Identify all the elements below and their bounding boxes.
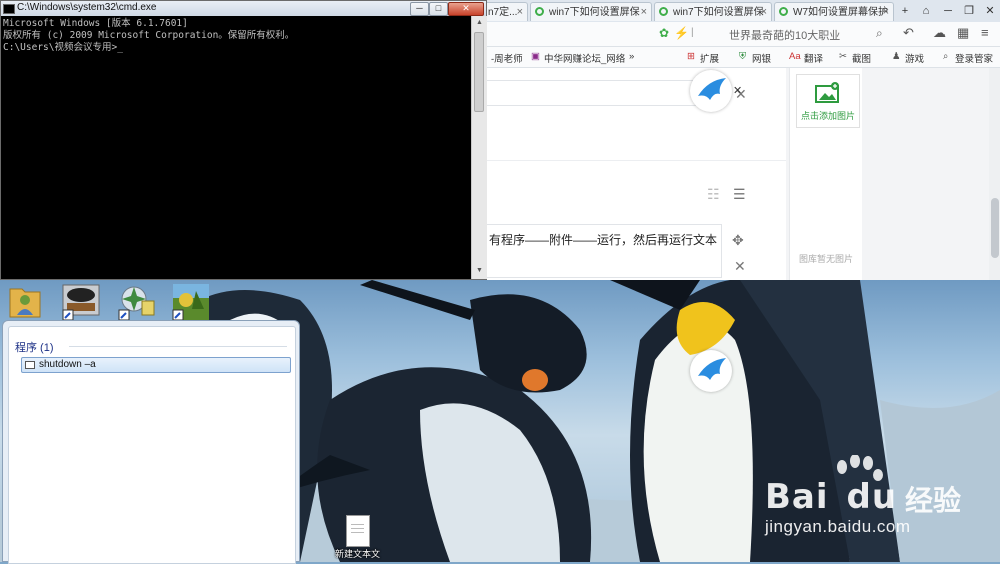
console-line: 版权所有 (c) 2009 Microsoft Corporation。保留所有… [3,30,295,41]
cmd-console-output[interactable]: Microsoft Windows [版本 6.1.7601] 版权所有 (c) … [3,18,469,280]
watermark-url: jingyan.baidu.com [765,517,911,536]
separator-icon: | [691,27,694,38]
search-result-label: shutdown –a [39,359,96,370]
translate-icon: Aa [789,51,801,62]
security-icon: ✿ [659,26,670,40]
move-handle-icon[interactable]: ✥ [732,232,744,249]
add-image-button[interactable]: 点击添加图片 [796,74,860,128]
baidu-logo-text: Bai du [765,477,897,517]
menu-icon[interactable]: ≡ [981,25,989,40]
minimize-button[interactable]: ─ [939,2,957,20]
tab-label: W7如何设置屏幕保护 [793,7,888,18]
cmd-app-icon [3,4,15,14]
extension-icon: ⊞ [687,51,695,62]
bookmark-item[interactable]: -周老师 [491,51,523,65]
tab-close-icon[interactable]: × [517,3,523,21]
cmd-window-title: C:\Windows\system32\cmd.exe [17,2,157,13]
undo-icon[interactable]: ↶ [903,25,914,41]
game-icon: ♟ [892,51,901,62]
step-text: 有程序——附件——运行，然后再运行文本 [489,233,718,247]
tab-site-icon [659,7,668,16]
tab-close-icon[interactable]: × [761,3,767,21]
page-scrollbar[interactable] [989,68,1000,280]
divider [69,346,287,347]
tab-site-icon [535,7,544,16]
grid-icon[interactable]: ▦ [957,25,969,41]
search-suggestion[interactable]: 世界最奇葩的10大职业 [729,27,840,43]
scroll-up-icon[interactable]: ▲ [475,18,484,27]
programs-section-header: 程序 (1) [15,342,54,354]
login-manager-button[interactable]: 登录管家 [955,51,993,65]
no-image-label: 图库暂无图片 [798,254,853,264]
scrollbar-thumb[interactable] [991,198,999,258]
bank-button[interactable]: 网银 [752,51,771,65]
maximize-button[interactable]: □ [429,2,448,16]
search-result-item[interactable]: shutdown –a [21,357,291,373]
scroll-down-icon[interactable]: ▼ [475,266,484,275]
tab-close-icon[interactable]: × [641,3,647,21]
browser-window: n7定... × win7下如何设置屏保 × win7下如何设置屏保 × W7如… [470,0,1000,280]
jingyan-text: 经验 [905,485,962,516]
speed-icon: ⚡ [674,26,689,40]
cloud-icon[interactable]: ☁ [933,25,946,41]
close-float-icon[interactable]: ✕ [733,84,742,97]
search-results-pane: 程序 (1) shutdown –a [8,326,296,564]
translate-button[interactable]: 翻译 [804,51,823,65]
start-search-panel: 程序 (1) shutdown –a [2,320,300,564]
image-panel: 点击添加图片 图库暂无图片 [789,68,862,280]
more-bookmarks-icon[interactable]: » [629,51,634,62]
ordered-list-icon[interactable]: ☷ [707,186,720,203]
cmd-title-bar[interactable]: C:\Windows\system32\cmd.exe ─ □ ✕ [1,1,486,16]
bird-float-icon[interactable] [690,350,732,392]
bookmark-icon: ▣ [531,51,540,62]
game-button[interactable]: 游戏 [905,51,924,65]
bird-float-icon[interactable] [690,70,732,112]
scrollbar-thumb[interactable] [474,32,484,112]
console-line: Microsoft Windows [版本 6.1.7601] [3,18,188,29]
extension-button[interactable]: 扩展 [700,51,719,65]
user-folder-icon[interactable] [8,283,42,324]
tab-close-icon[interactable]: × [883,3,889,21]
browser-tab[interactable]: W7如何设置屏幕保护 × [774,2,894,21]
file-name-label: 新建文本文 [335,549,381,559]
text-file-icon [345,515,370,547]
maximize-button[interactable]: ❐ [960,2,978,20]
tab-site-icon [779,7,788,16]
minimize-button[interactable]: ─ [410,2,429,16]
tab-label: win7下如何设置屏保 [549,7,640,18]
console-prompt-line: C:\Users\视频会议专用>_ [3,42,123,53]
close-button[interactable]: ✕ [981,2,999,20]
add-image-icon [815,82,839,103]
search-icon: ⌕ [943,51,949,62]
bank-icon: ⛨ [739,51,747,62]
article-editor: ✕ ☷ ☰ 有程序——附件——运行，然后再运行文本 ✥ ✕ [471,68,786,280]
cmd-scrollbar[interactable]: ▲ ▼ [471,16,487,279]
delete-step-icon[interactable]: ✕ [734,258,746,275]
divider [471,160,786,161]
screenshot-button[interactable]: 截图 [852,51,871,65]
program-icon [25,361,35,369]
browser-tab-bar: n7定... × win7下如何设置屏保 × win7下如何设置屏保 × W7如… [471,0,1000,23]
cmd-window: C:\Windows\system32\cmd.exe ─ □ ✕ Micros… [0,0,487,280]
tab-label: win7下如何设置屏保 [673,7,764,18]
browser-tab[interactable]: win7下如何设置屏保 × [530,2,652,21]
brand-part: du [846,477,898,517]
desktop-text-file[interactable]: 新建文本文 [335,515,380,560]
new-tab-button[interactable]: + [896,2,914,20]
bookmark-item[interactable]: 中华网赚论坛_网络 [544,51,625,65]
address-bar: ✿ ⚡ | 世界最奇葩的10大职业 ⌕ ↶ ☁ ▦ ≡ [471,22,1000,47]
screenshot-icon: ✂ [839,51,847,62]
bookmarks-bar: -周老师 ▣ 中华网赚论坛_网络 » ⊞ 扩展 ⛨ 网银 Aa 翻译 ✂ 截图 … [471,47,1000,68]
baidu-jingyan-watermark: Bai du 经验 jingyan.baidu.com [765,455,1000,545]
page-content: ✕ ☷ ☰ 有程序——附件——运行，然后再运行文本 ✥ ✕ 点击添加图片 图库暂… [471,68,1000,280]
editor-input-line[interactable] [471,80,722,106]
tab-label: n7定... [488,7,518,18]
add-image-label: 点击添加图片 [800,111,855,121]
unordered-list-icon[interactable]: ☰ [733,186,746,203]
brand-part: Bai [765,477,829,517]
browser-tab[interactable]: win7下如何设置屏保 × [654,2,772,21]
skin-icon[interactable]: ⌂ [917,2,935,20]
search-icon[interactable]: ⌕ [876,26,883,41]
close-button[interactable]: ✕ [448,2,484,16]
